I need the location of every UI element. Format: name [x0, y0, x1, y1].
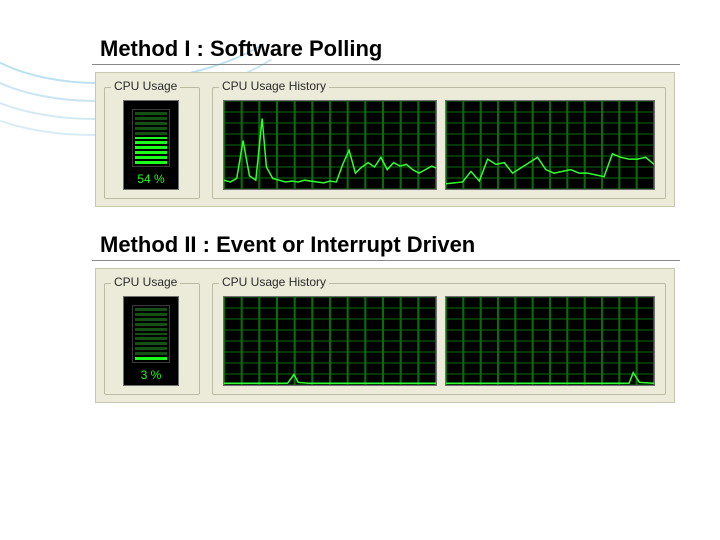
cpu-meter: 54 %	[123, 100, 179, 190]
cpu-meter-bars	[132, 305, 170, 363]
cpu-history-label: CPU Usage History	[219, 275, 329, 289]
history-plot-b	[445, 100, 655, 190]
cpu-meter-percent: 3 %	[141, 368, 162, 382]
cpu-history-label: CPU Usage History	[219, 79, 329, 93]
method2-panel: CPU Usage 3 % CPU Usage History	[95, 268, 675, 403]
method1-underline	[92, 64, 680, 65]
cpu-history-group: CPU Usage History	[212, 87, 666, 199]
method2-underline	[92, 260, 680, 261]
history-plot-a	[223, 296, 437, 386]
cpu-meter-bars	[132, 109, 170, 167]
method2-title: Method II : Event or Interrupt Driven	[100, 232, 475, 258]
cpu-history-group: CPU Usage History	[212, 283, 666, 395]
cpu-meter: 3 %	[123, 296, 179, 386]
method1-panel: CPU Usage 54 % CPU Usage History	[95, 72, 675, 207]
history-plot-b	[445, 296, 655, 386]
cpu-meter-percent: 54 %	[137, 172, 164, 186]
history-plot-a	[223, 100, 437, 190]
cpu-usage-label: CPU Usage	[111, 79, 180, 93]
cpu-usage-group: CPU Usage 3 %	[104, 283, 200, 395]
cpu-usage-label: CPU Usage	[111, 275, 180, 289]
cpu-usage-group: CPU Usage 54 %	[104, 87, 200, 199]
method1-title: Method I : Software Polling	[100, 36, 382, 62]
